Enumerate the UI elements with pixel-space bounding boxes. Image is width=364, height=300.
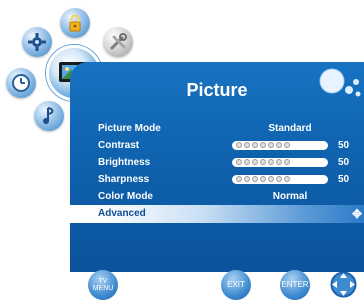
tv-menu-button[interactable]: TV MENU — [88, 270, 118, 300]
brightness-row[interactable]: Brightness 50 — [70, 154, 364, 172]
brightness-label: Brightness — [98, 157, 151, 168]
enter-button[interactable]: ENTER — [280, 270, 310, 300]
lock-icon — [69, 14, 81, 32]
time-icon-ball[interactable] — [6, 68, 36, 98]
slider-dots — [236, 159, 290, 165]
color-mode-row[interactable]: Color Mode Normal — [70, 188, 364, 206]
picture-mode-value: Standard — [268, 123, 312, 134]
gear-icon — [28, 33, 46, 51]
slider-dots — [236, 142, 290, 148]
picture-mode-label: Picture Mode — [98, 123, 161, 134]
sharpness-row[interactable]: Sharpness 50 — [70, 171, 364, 189]
sharpness-label: Sharpness — [98, 174, 150, 185]
tools-icon-ball[interactable] — [103, 27, 133, 57]
enter-label: ENTER — [281, 280, 309, 289]
color-mode-label: Color Mode — [98, 191, 153, 202]
brightness-slider[interactable] — [232, 158, 328, 167]
tools-icon — [110, 33, 127, 50]
clock-icon — [12, 74, 30, 92]
bubbles-icon — [312, 64, 364, 104]
advanced-row[interactable]: Advanced ✥ — [70, 205, 364, 223]
picture-mode-row[interactable]: Picture Mode Standard — [70, 120, 364, 138]
lock-icon-ball[interactable] — [60, 8, 90, 38]
contrast-row[interactable]: Contrast 50 — [70, 137, 364, 155]
sharpness-value: 50 — [338, 174, 350, 185]
brightness-value: 50 — [338, 157, 350, 168]
contrast-slider[interactable] — [232, 141, 328, 150]
audio-icon-ball[interactable] — [34, 101, 64, 131]
contrast-value: 50 — [338, 140, 350, 151]
contrast-label: Contrast — [98, 140, 140, 151]
exit-button[interactable]: EXIT — [221, 270, 251, 300]
sharpness-slider[interactable] — [232, 175, 328, 184]
slider-dots — [236, 176, 290, 182]
selection-arrow-icon: ✥ — [351, 207, 362, 221]
advanced-label: Advanced — [98, 208, 146, 219]
exit-label: EXIT — [227, 280, 245, 289]
music-note-icon — [43, 107, 54, 124]
tv-menu-label: TV MENU — [92, 278, 114, 292]
color-mode-value: Normal — [272, 191, 308, 202]
settings-icon-ball[interactable] — [22, 27, 52, 57]
dpad-icon[interactable] — [323, 270, 364, 299]
